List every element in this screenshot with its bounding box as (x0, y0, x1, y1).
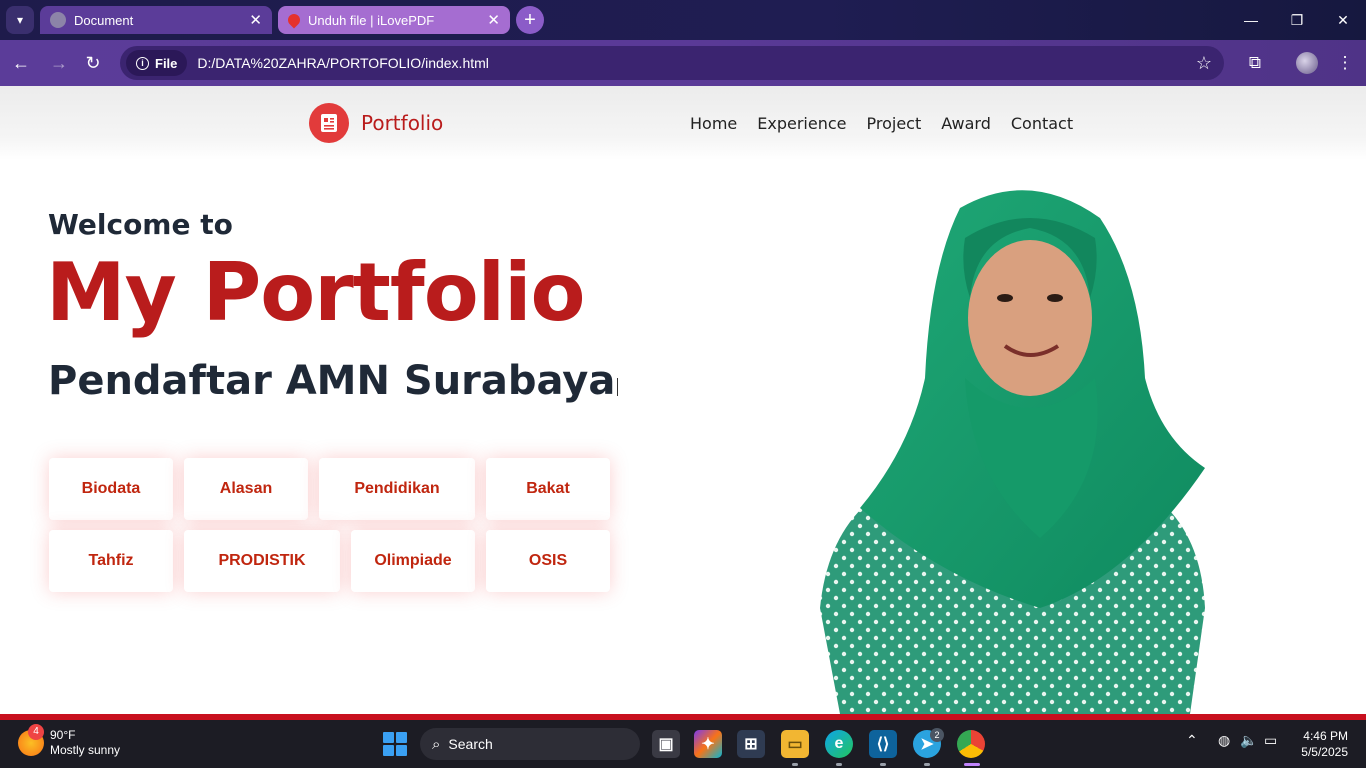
weather-badge: 4 (28, 724, 44, 740)
restore-button[interactable]: ❐ (1274, 0, 1320, 40)
clock-time: 4:46 PM (1303, 729, 1348, 743)
olimpiade-button[interactable]: Olimpiade (351, 530, 475, 592)
tahfiz-button[interactable]: Tahfiz (49, 530, 173, 592)
tab-document[interactable]: Document ✕ (40, 6, 272, 34)
close-icon[interactable]: ✕ (249, 11, 262, 29)
minimize-button[interactable]: — (1228, 0, 1274, 40)
close-window-button[interactable]: ✕ (1320, 0, 1366, 40)
new-tab-button[interactable]: + (516, 6, 544, 34)
edge-icon[interactable]: e (825, 730, 853, 758)
document-icon (309, 103, 349, 143)
hero-welcome: Welcome to (48, 208, 233, 241)
nav-home[interactable]: Home (690, 114, 737, 133)
url-text[interactable]: D:/DATA%20ZAHRA/PORTOFOLIO/index.html (197, 55, 1195, 71)
hero-title: My Portfolio (46, 246, 585, 339)
nav-experience[interactable]: Experience (757, 114, 846, 133)
system-clock[interactable]: 4:46 PM 5/5/2025 (1296, 728, 1348, 760)
main-nav: Home Experience Project Award Contact (690, 114, 1073, 133)
nav-award[interactable]: Award (941, 114, 991, 133)
running-indicator (924, 763, 930, 766)
profile-photo (820, 190, 1205, 714)
address-bar[interactable]: i File D:/DATA%20ZAHRA/PORTOFOLIO/index.… (120, 46, 1224, 80)
typing-caret (617, 378, 619, 396)
clock-date: 5/5/2025 (1301, 745, 1348, 759)
windows-start-icon[interactable] (383, 732, 407, 756)
brand[interactable]: Portfolio (309, 103, 443, 143)
close-icon[interactable]: ✕ (487, 11, 500, 29)
store-icon[interactable]: ⊞ (737, 730, 765, 758)
heart-icon (285, 11, 303, 29)
browser-tab-bar: ▾ Document ✕ Unduh file | iLovePDF ✕ + —… (0, 0, 1366, 40)
menu-kebab-icon[interactable]: ⋮ (1332, 50, 1358, 76)
weather-widget[interactable]: 4 90°F Mostly sunny (18, 724, 121, 758)
extensions-icon[interactable]: ⧉ (1242, 50, 1268, 76)
bakat-button[interactable]: Bakat (486, 458, 610, 520)
task-view-icon[interactable]: ▣ (652, 730, 680, 758)
search-icon: ⌕ (432, 735, 441, 753)
hero-subtitle-text: Pendaftar AMN Surabaya (48, 358, 616, 404)
taskbar-search[interactable]: ⌕ Search (420, 728, 640, 760)
bookmark-star-icon[interactable]: ☆ (1196, 53, 1212, 74)
tab-search-button[interactable]: ▾ (6, 6, 34, 34)
brand-name: Portfolio (361, 111, 444, 135)
nav-project[interactable]: Project (866, 114, 921, 133)
weather-sun-icon: 4 (18, 724, 44, 756)
osis-button[interactable]: OSIS (486, 530, 610, 592)
tab-title: Document (74, 12, 134, 28)
browser-toolbar: ← → ↻ i File D:/DATA%20ZAHRA/PORTOFOLIO/… (0, 40, 1366, 86)
profile-avatar[interactable] (1296, 52, 1318, 74)
site-info-label: File (155, 55, 178, 71)
globe-icon[interactable]: ◍ (1218, 732, 1230, 749)
tab-title: Unduh file | iLovePDF (308, 12, 435, 28)
prodistik-button[interactable]: PRODISTIK (184, 530, 340, 592)
running-indicator (880, 763, 886, 766)
running-indicator (792, 763, 798, 766)
forward-icon[interactable]: → (46, 50, 72, 76)
telegram-badge: 2 (930, 728, 944, 742)
pendidikan-button[interactable]: Pendidikan (319, 458, 475, 520)
nav-contact[interactable]: Contact (1011, 114, 1073, 133)
copilot-icon[interactable]: ✦ (694, 730, 722, 758)
back-icon[interactable]: ← (8, 50, 34, 76)
info-icon: i (136, 56, 149, 70)
volume-icon[interactable]: 🔈 (1240, 732, 1257, 749)
site-header: Portfolio Home Experience Project Award … (0, 86, 1366, 160)
tab-ilovepdf[interactable]: Unduh file | iLovePDF ✕ (278, 6, 510, 34)
site-info-chip[interactable]: i File (126, 50, 188, 76)
hero-subtitle: Pendaftar AMN Surabaya (48, 358, 619, 404)
chrome-icon[interactable] (957, 730, 985, 758)
weather-temp: 90°F (50, 728, 76, 742)
web-page: Portfolio Home Experience Project Award … (0, 86, 1366, 714)
page-icon (50, 12, 66, 28)
taskbar: 4 90°F Mostly sunny ⌕ Search ▣ ✦ ⊞ ▭ e ⟨… (0, 720, 1366, 768)
chevron-up-icon[interactable]: ⌃ (1186, 732, 1198, 749)
reload-icon[interactable]: ↻ (80, 50, 106, 76)
weather-desc: Mostly sunny (50, 743, 121, 757)
search-label: Search (448, 736, 493, 752)
vscode-icon[interactable]: ⟨⟩ (869, 730, 897, 758)
battery-icon[interactable]: ▭ (1264, 732, 1277, 749)
biodata-button[interactable]: Biodata (49, 458, 173, 520)
active-indicator (964, 763, 980, 766)
running-indicator (836, 763, 842, 766)
file-explorer-icon[interactable]: ▭ (781, 730, 809, 758)
alasan-button[interactable]: Alasan (184, 458, 308, 520)
